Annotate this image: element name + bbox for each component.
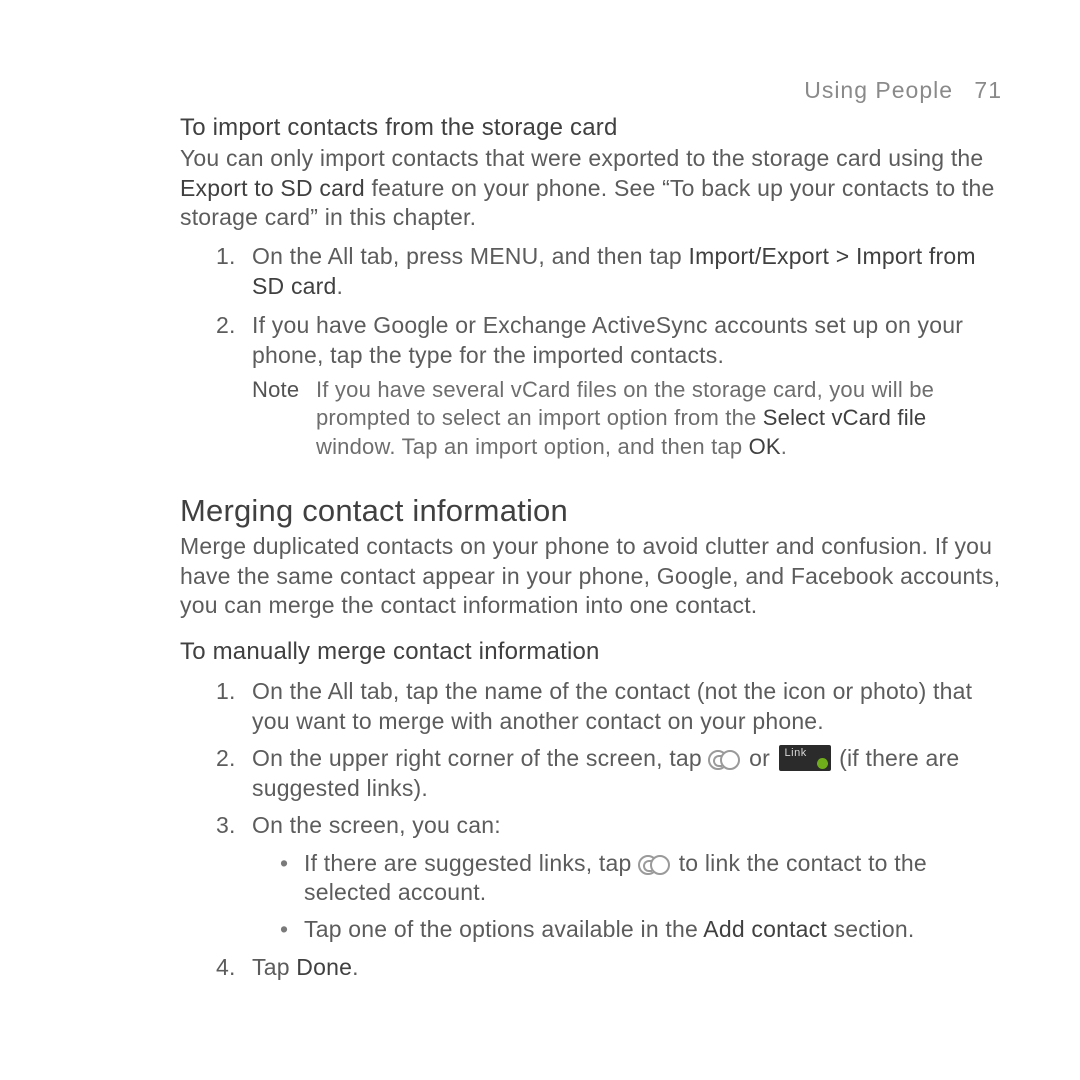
note-label: Note bbox=[252, 376, 316, 460]
import-step-2: 2. If you have Google or Exchange Active… bbox=[224, 311, 1002, 460]
merge-step-3-bullets: If there are suggested links, tap to lin… bbox=[252, 849, 1002, 945]
merge-steps: 1. On the All tab, tap the name of the c… bbox=[180, 677, 1002, 982]
merge-bullet-2: Tap one of the options available in the … bbox=[280, 915, 1002, 944]
heading-merge: Merging contact information bbox=[180, 491, 1002, 531]
merge-step-2: 2. On the upper right corner of the scre… bbox=[224, 744, 1002, 803]
page: Using People 71 To import contacts from … bbox=[0, 0, 1080, 982]
import-intro: You can only import contacts that were e… bbox=[180, 144, 1002, 232]
import-steps: 1. On the All tab, press MENU, and then … bbox=[180, 242, 1002, 460]
merge-step-1: 1. On the All tab, tap the name of the c… bbox=[224, 677, 1002, 736]
note-text: If you have several vCard files on the s… bbox=[316, 376, 1002, 460]
heading-merge-manual: To manually merge contact information bbox=[180, 637, 1002, 668]
import-step-1: 1. On the All tab, press MENU, and then … bbox=[224, 242, 1002, 301]
page-number: 71 bbox=[974, 76, 1002, 105]
link-badge-icon: Link bbox=[779, 745, 831, 771]
merge-intro: Merge duplicated contacts on your phone … bbox=[180, 532, 1002, 620]
heading-import: To import contacts from the storage card bbox=[180, 113, 1002, 144]
import-note: Note If you have several vCard files on … bbox=[252, 376, 1002, 460]
merge-bullet-1: If there are suggested links, tap to lin… bbox=[280, 849, 1002, 908]
merge-step-3: 3. On the screen, you can: If there are … bbox=[224, 811, 1002, 945]
section-title: Using People bbox=[804, 77, 953, 103]
merge-step-4: 4. Tap Done. bbox=[224, 953, 1002, 982]
link-icon bbox=[638, 854, 672, 874]
breadcrumb: Using People 71 bbox=[180, 76, 1002, 105]
link-icon bbox=[708, 749, 742, 769]
